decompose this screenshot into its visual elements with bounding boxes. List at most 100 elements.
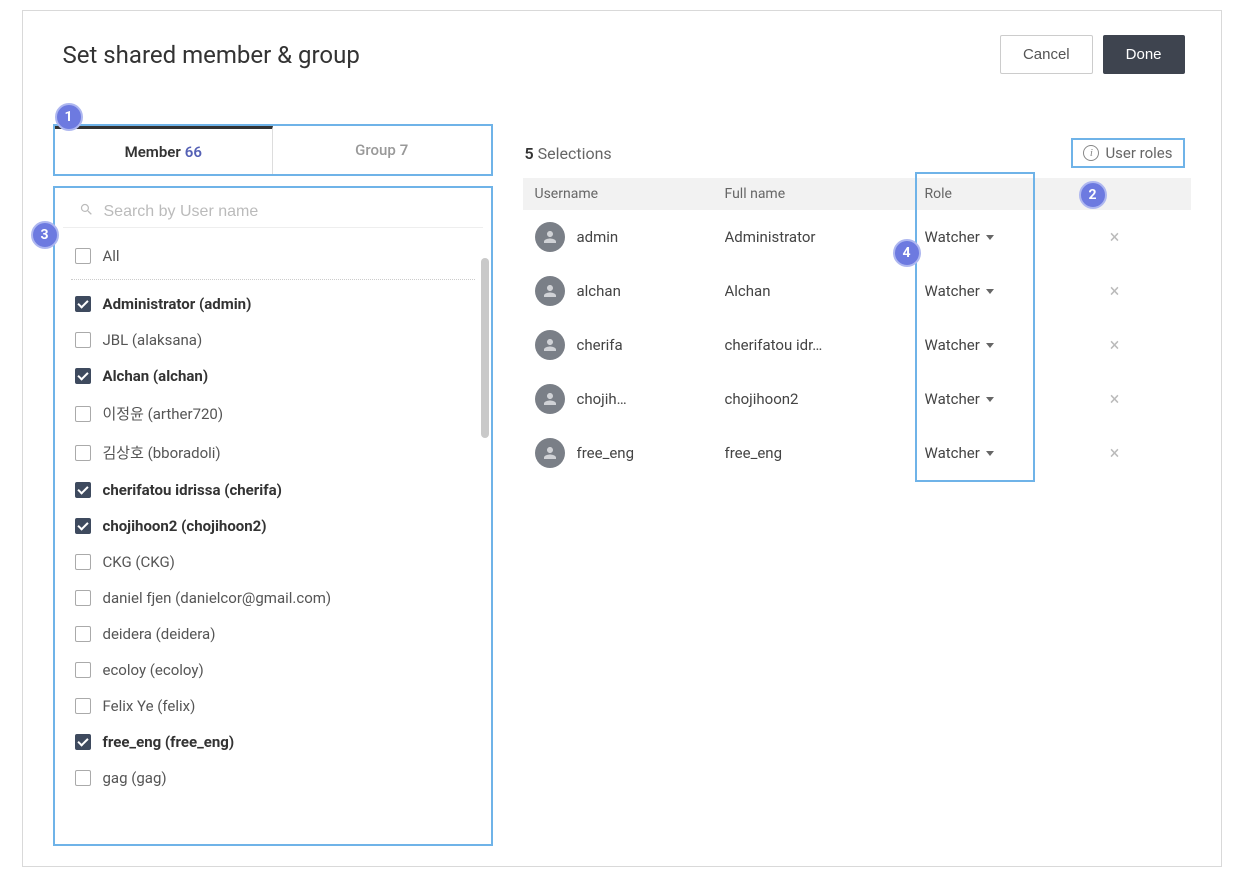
member-label: 김상호 (bboradoli) — [103, 442, 221, 463]
checkbox[interactable] — [75, 626, 91, 642]
tabs: Member 66 Group 7 — [53, 124, 493, 176]
member-row[interactable]: Alchan (alchan) — [71, 358, 475, 394]
checkbox[interactable] — [75, 734, 91, 750]
member-label: ecoloy (ecoloy) — [103, 661, 204, 679]
checkbox[interactable] — [75, 296, 91, 312]
member-row[interactable]: chojihoon2 (chojihoon2) — [71, 508, 475, 544]
chevron-down-icon — [986, 235, 994, 240]
checkbox[interactable] — [75, 662, 91, 678]
chevron-down-icon — [986, 343, 994, 348]
checkbox[interactable] — [75, 698, 91, 714]
member-label: gag (gag) — [103, 769, 167, 787]
tab-member-count: 66 — [185, 143, 202, 161]
checkbox[interactable] — [75, 406, 91, 422]
fullname-cell: Alchan — [725, 282, 885, 300]
checkbox[interactable] — [75, 332, 91, 348]
role-dropdown[interactable]: Watcher — [925, 282, 1085, 300]
fullname-cell: Administrator — [725, 228, 885, 246]
annotation-badge-4: 4 — [893, 239, 921, 267]
username-cell: alchan — [577, 282, 621, 300]
tab-group-label: Group — [355, 141, 396, 159]
tab-group-count: 7 — [400, 141, 409, 159]
avatar — [535, 276, 565, 306]
member-row[interactable]: cherifatou idrissa (cherifa) — [71, 472, 475, 508]
role-label: Watcher — [925, 228, 980, 246]
col-fullname: Full name — [725, 186, 925, 202]
avatar — [535, 330, 565, 360]
checkbox[interactable] — [75, 554, 91, 570]
modal-header: Set shared member & group Cancel Done — [23, 11, 1221, 84]
member-label: CKG (CKG) — [103, 553, 175, 571]
info-icon: i — [1083, 145, 1099, 161]
member-label: daniel fjen (danielcor@gmail.com) — [103, 589, 332, 607]
member-row[interactable]: JBL (alaksana) — [71, 322, 475, 358]
role-dropdown[interactable]: Watcher — [925, 336, 1085, 354]
member-label: Administrator (admin) — [103, 295, 252, 313]
member-label: 이정윤 (arther720) — [103, 403, 224, 424]
member-row[interactable]: CKG (CKG) — [71, 544, 475, 580]
annotation-badge-3: 3 — [31, 221, 59, 249]
member-row[interactable]: Administrator (admin) — [71, 286, 475, 322]
checkbox[interactable] — [75, 482, 91, 498]
avatar — [535, 222, 565, 252]
member-label: cherifatou idrissa (cherifa) — [103, 481, 282, 499]
scrollbar[interactable] — [481, 258, 489, 840]
role-dropdown[interactable]: Watcher — [925, 390, 1085, 408]
checkbox[interactable] — [75, 445, 91, 461]
member-row[interactable]: ecoloy (ecoloy) — [71, 652, 475, 688]
tab-group[interactable]: Group 7 — [273, 126, 491, 174]
user-roles-label: User roles — [1105, 144, 1172, 162]
username-cell: free_eng — [577, 444, 635, 462]
member-label: deidera (deidera) — [103, 625, 216, 643]
member-row[interactable]: 김상호 (bboradoli) — [71, 433, 475, 472]
chevron-down-icon — [986, 289, 994, 294]
selections-count: 5 Selections — [525, 144, 612, 163]
member-row[interactable]: deidera (deidera) — [71, 616, 475, 652]
member-row[interactable]: daniel fjen (danielcor@gmail.com) — [71, 580, 475, 616]
member-row[interactable]: Felix Ye (felix) — [71, 688, 475, 724]
remove-button[interactable]: × — [1085, 443, 1145, 464]
selection-row: alchan Alchan Watcher × — [523, 264, 1191, 318]
selection-row: admin Administrator Watcher × — [523, 210, 1191, 264]
remove-button[interactable]: × — [1085, 227, 1145, 248]
fullname-cell: free_eng — [725, 444, 885, 462]
search-icon — [79, 202, 94, 221]
member-list[interactable]: All Administrator (admin) JBL (alaksana)A… — [55, 228, 491, 828]
member-row-all[interactable]: All — [71, 238, 475, 280]
remove-button[interactable]: × — [1085, 281, 1145, 302]
cancel-button[interactable]: Cancel — [1000, 35, 1093, 74]
selection-row: cherifacherifatou idr…Watcher× — [523, 318, 1191, 372]
chevron-down-icon — [986, 397, 994, 402]
tab-member-label: Member — [125, 143, 181, 161]
avatar — [535, 384, 565, 414]
scrollbar-thumb[interactable] — [481, 258, 489, 438]
member-row[interactable]: free_eng (free_eng) — [71, 724, 475, 760]
role-label: Watcher — [925, 336, 980, 354]
checkbox[interactable] — [75, 590, 91, 606]
checkbox[interactable] — [75, 770, 91, 786]
fullname-cell: chojihoon2 — [725, 390, 885, 408]
checkbox[interactable] — [75, 518, 91, 534]
checkbox[interactable] — [75, 368, 91, 384]
selection-row: chojih…chojihoon2Watcher× — [523, 372, 1191, 426]
username-cell: admin — [577, 228, 619, 246]
user-roles-link[interactable]: i User roles — [1071, 138, 1184, 168]
role-dropdown[interactable]: Watcher — [925, 228, 1085, 246]
checkbox-all[interactable] — [75, 248, 91, 264]
remove-button[interactable]: × — [1085, 335, 1145, 356]
annotation-badge-2: 2 — [1079, 181, 1107, 209]
annotation-badge-1: 1 — [55, 103, 83, 131]
share-modal: 1 2 3 4 Set shared member & group Cancel… — [22, 10, 1222, 867]
remove-button[interactable]: × — [1085, 389, 1145, 410]
done-button[interactable]: Done — [1103, 35, 1185, 74]
role-label: Watcher — [925, 282, 980, 300]
search-input[interactable] — [104, 203, 467, 221]
tab-member[interactable]: Member 66 — [55, 126, 274, 174]
member-label: free_eng (free_eng) — [103, 733, 235, 751]
col-username: Username — [535, 186, 725, 202]
member-row[interactable]: gag (gag) — [71, 760, 475, 796]
member-list-panel: All Administrator (admin) JBL (alaksana)A… — [53, 186, 493, 846]
role-dropdown[interactable]: Watcher — [925, 444, 1085, 462]
member-label: chojihoon2 (chojihoon2) — [103, 517, 267, 535]
member-row[interactable]: 이정윤 (arther720) — [71, 394, 475, 433]
